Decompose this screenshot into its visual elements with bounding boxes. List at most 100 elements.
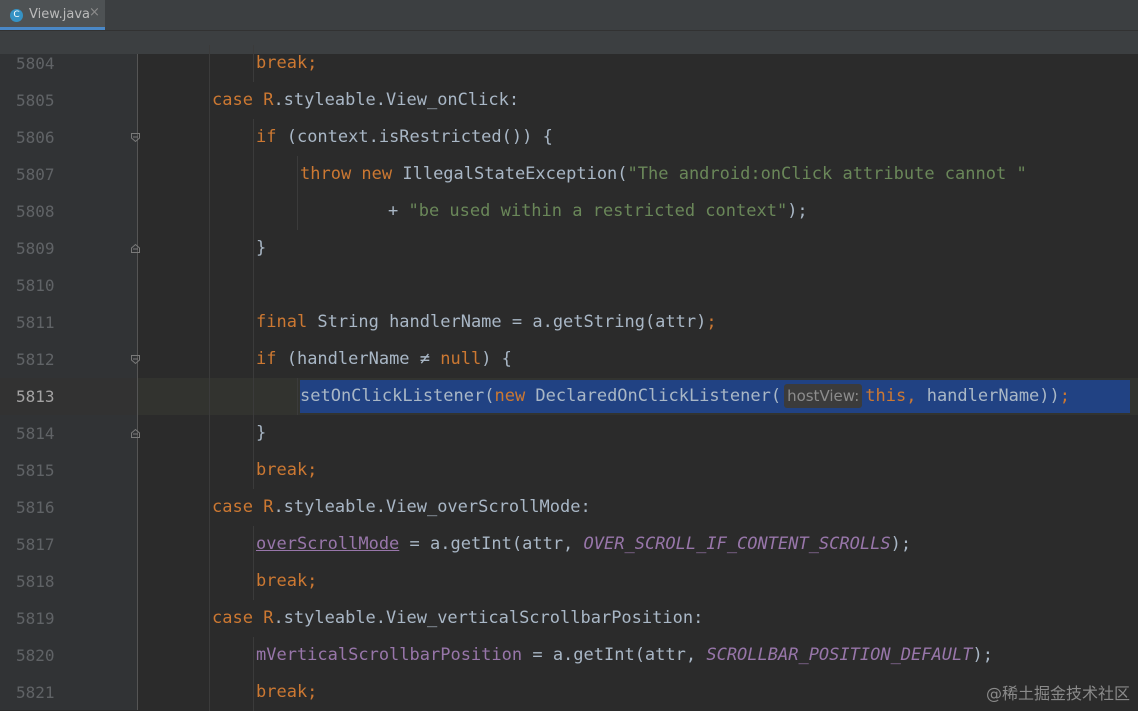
code-line[interactable]: 5821 break; — [0, 674, 1138, 711]
code-token: break; — [256, 460, 318, 480]
code-token: R — [263, 90, 274, 110]
code-token: this, — [865, 386, 927, 406]
code-line[interactable]: 5805 case R.styleable.View_onClick: — [0, 82, 1138, 119]
code-line[interactable]: 5811 final String handlerName = a.getStri… — [0, 304, 1138, 341]
code-token: .styleable.View_verticalScrollbarPositio… — [273, 608, 704, 628]
indent-guide — [209, 156, 210, 193]
class-icon: C — [10, 9, 23, 22]
code-line[interactable]: 5813 setOnClickListener(new DeclaredOnCli… — [0, 378, 1138, 415]
code-token: ); — [972, 645, 993, 665]
code-line[interactable]: 5815 break; — [0, 452, 1138, 489]
line-number: 5817 — [16, 535, 55, 554]
indent-guide — [253, 193, 254, 230]
indent-guide — [209, 82, 210, 119]
code-text: overScrollMode = a.getInt(attr, OVER_SCR… — [256, 526, 911, 563]
code-token: .styleable.View_onClick: — [273, 90, 520, 110]
code-text: mVerticalScrollbarPosition = a.getInt(at… — [256, 637, 993, 674]
code-line[interactable]: 5820 mVerticalScrollbarPosition = a.getIn… — [0, 637, 1138, 674]
indent-guide — [253, 452, 254, 489]
code-token: "be used within a restricted context" — [408, 201, 788, 221]
code-line[interactable]: 5806 if (context.isRestricted()) { — [0, 119, 1138, 156]
indent-guide — [209, 637, 210, 674]
indent-guide — [253, 45, 254, 82]
line-number: 5820 — [16, 646, 55, 665]
code-token: case — [212, 497, 264, 517]
fold-open-icon[interactable] — [130, 354, 141, 365]
indent-guide — [209, 193, 210, 230]
line-number: 5804 — [16, 54, 55, 73]
indent-guide — [253, 304, 254, 341]
line-number: 5811 — [16, 313, 55, 332]
code-token: mVerticalScrollbarPosition — [256, 645, 523, 665]
fold-close-icon[interactable] — [130, 428, 141, 439]
code-line[interactable]: 5810 — [0, 267, 1138, 304]
active-tab-indicator — [0, 27, 105, 30]
code-line[interactable]: 5807 throw new IllegalStateException("The… — [0, 156, 1138, 193]
code-token: ; — [1059, 386, 1071, 406]
line-number: 5818 — [16, 572, 55, 591]
indent-guide — [253, 637, 254, 674]
line-number: 5810 — [16, 276, 55, 295]
indent-guide — [209, 563, 210, 600]
indent-guide — [209, 415, 210, 452]
code-token: .styleable.View_overScrollMode: — [273, 497, 591, 517]
code-editor[interactable]: 5804 break; 5805 case R.styleable.View_onCl… — [0, 45, 1138, 711]
code-token: + — [388, 201, 409, 221]
indent-guide — [253, 674, 254, 711]
code-token: } — [256, 423, 267, 443]
code-text: throw new IllegalStateException("The and… — [300, 156, 1027, 193]
line-number: 5813 — [16, 387, 55, 406]
code-token: final — [256, 312, 318, 332]
code-text: case R.styleable.View_overScrollMode: — [212, 489, 591, 526]
code-token: IllegalStateException( — [402, 164, 628, 184]
code-text: if (handlerName ≠ null) { — [256, 341, 512, 378]
indent-guide — [209, 674, 210, 711]
code-line[interactable]: 5809} — [0, 230, 1138, 267]
code-line[interactable]: 5819 case R.styleable.View_verticalScroll… — [0, 600, 1138, 637]
line-number: 5808 — [16, 202, 55, 221]
line-number: 5812 — [16, 350, 55, 369]
code-line[interactable]: 5814} — [0, 415, 1138, 452]
code-token: new — [494, 386, 536, 406]
line-number: 5819 — [16, 609, 55, 628]
code-text: } — [256, 230, 266, 267]
code-text: break; — [256, 452, 317, 489]
code-token: (context.isRestricted()) { — [286, 127, 553, 147]
line-number: 5815 — [16, 461, 55, 480]
code-line[interactable]: 5808 + "be used within a restricted conte… — [0, 193, 1138, 230]
code-line[interactable]: 5812 if (handlerName ≠ null) { — [0, 341, 1138, 378]
line-number: 5814 — [16, 424, 55, 443]
fold-close-icon[interactable] — [130, 243, 141, 254]
code-line[interactable]: 5817 overScrollMode = a.getInt(attr, OVER… — [0, 526, 1138, 563]
code-text: case R.styleable.View_onClick: — [212, 82, 519, 119]
watermark: @稀土掘金技术社区 — [985, 684, 1130, 703]
code-token: handlerName)) — [926, 386, 1060, 406]
fold-open-icon[interactable] — [130, 132, 141, 143]
code-token: String handlerName = a.getString(attr) — [317, 312, 707, 332]
code-token: throw new — [300, 164, 403, 184]
code-text: break; — [256, 563, 317, 600]
code-token: SCROLLBAR_POSITION_DEFAULT — [706, 645, 973, 665]
code-token: ; — [706, 312, 717, 332]
code-token: "The android:onClick attribute cannot " — [627, 164, 1027, 184]
line-number: 5821 — [16, 683, 55, 702]
indent-guide — [209, 230, 210, 267]
code-text: } — [256, 415, 266, 452]
close-icon[interactable]: × — [89, 5, 100, 20]
code-line[interactable]: 5804 break; — [0, 45, 1138, 82]
code-token: if — [256, 349, 287, 369]
tab-view-java[interactable]: C View.java × — [0, 0, 105, 30]
code-token: R — [263, 497, 274, 517]
code-line[interactable]: 5818 break; — [0, 563, 1138, 600]
code-token: = a.getInt(attr, — [522, 645, 707, 665]
indent-guide — [209, 45, 210, 82]
code-token: } — [256, 238, 267, 258]
code-token: ); — [890, 534, 912, 554]
indent-guide — [253, 119, 254, 156]
line-number: 5805 — [16, 91, 55, 110]
code-token: DeclaredOnClickListener( — [535, 386, 782, 406]
code-token: = a.getInt(attr, — [399, 534, 584, 554]
indent-guide — [297, 193, 298, 230]
code-line[interactable]: 5816 case R.styleable.View_overScrollMode… — [0, 489, 1138, 526]
code-token: R — [263, 608, 274, 628]
